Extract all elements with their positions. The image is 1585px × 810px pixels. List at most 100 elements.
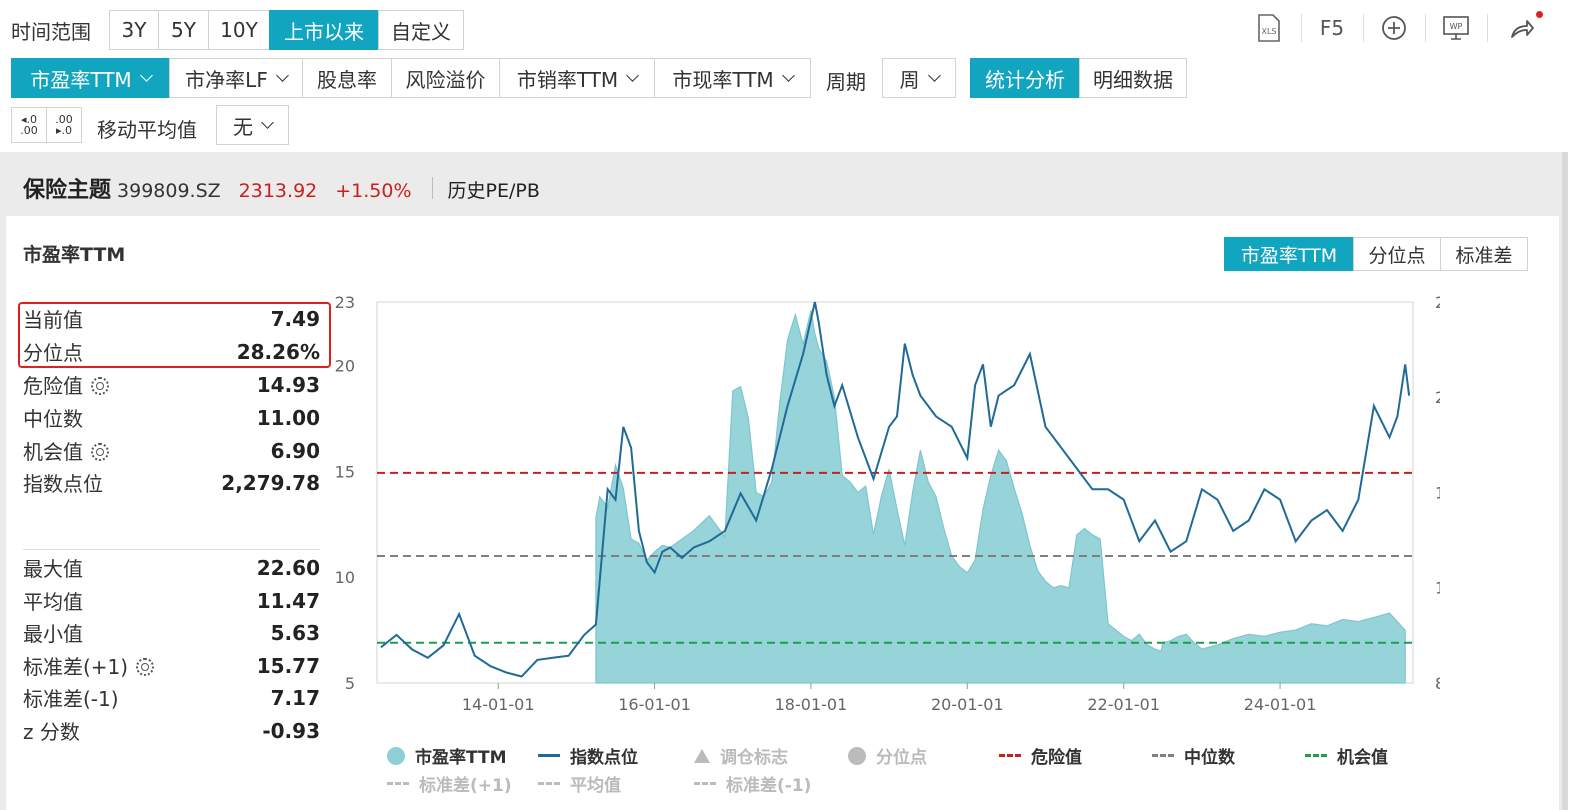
x-tick: 16-01-01 xyxy=(618,695,691,714)
y-left-tick: 15 xyxy=(335,462,355,481)
metric-ps-ttm-dropdown[interactable]: 市销率TTM xyxy=(499,58,655,98)
legend-label: 机会值 xyxy=(1337,748,1388,768)
chevron-down-icon xyxy=(781,68,795,82)
legend-marker xyxy=(538,754,560,757)
legend-marker xyxy=(1305,754,1327,757)
legend-marker xyxy=(387,782,409,785)
chart-tab-pe[interactable]: 市盈率TTM xyxy=(1224,237,1354,271)
legend-label: 标准差(-1) xyxy=(726,776,812,796)
decimal-increase-button[interactable]: .00 ▸.0 xyxy=(46,107,82,143)
chevron-down-icon xyxy=(626,68,640,82)
legend-item[interactable]: 指数点位 xyxy=(538,743,638,768)
legend-item[interactable]: 标准差(+1) xyxy=(387,771,512,796)
stat-std-plus: 标准差(+1) 15.77 xyxy=(23,653,320,680)
y-left-tick: 10 xyxy=(335,568,355,587)
range-3y-button[interactable]: 3Y xyxy=(109,10,159,50)
metric-pe-ttm-dropdown[interactable]: 市盈率TTM xyxy=(11,58,170,98)
add-button[interactable] xyxy=(1363,8,1425,48)
panel-title: 市盈率TTM xyxy=(23,244,126,266)
metric-pb-lf-dropdown[interactable]: 市净率LF xyxy=(169,58,303,98)
stat-percentile: 分位点 28.26% xyxy=(23,339,320,366)
legend-marker xyxy=(999,754,1021,757)
metric-dividend-button[interactable]: 股息率 xyxy=(302,58,392,98)
gear-icon[interactable] xyxy=(136,658,155,676)
wp-export-button[interactable]: WP xyxy=(1425,8,1487,48)
x-tick: 20-01-01 xyxy=(931,695,1004,714)
chart-tab-percentile[interactable]: 分位点 xyxy=(1353,237,1441,271)
x-tick: 22-01-01 xyxy=(1087,695,1160,714)
legend-label: 危险值 xyxy=(1031,748,1082,768)
legend-item[interactable]: 机会值 xyxy=(1305,743,1388,768)
svg-text:XLS: XLS xyxy=(1261,27,1276,36)
y-right-tick: 1,327 xyxy=(1435,579,1440,598)
stat-opportunity: 机会值 6.90 xyxy=(23,438,320,465)
chevron-down-icon xyxy=(275,68,289,82)
pe-chart[interactable]: 5 10 15 20 23 869 1,327 1,785 2,243 2,700 14-01-01… xyxy=(330,290,1440,720)
chart-tab-stddev[interactable]: 标准差 xyxy=(1440,237,1528,271)
legend-item[interactable]: 分位点 xyxy=(848,743,927,768)
tab-detail-data[interactable]: 明细数据 xyxy=(1079,58,1187,98)
legend-label: 平均值 xyxy=(570,776,621,796)
stat-std-minus: 标准差(-1) 7.17 xyxy=(23,685,320,712)
chevron-down-icon xyxy=(139,68,153,82)
legend-label: 指数点位 xyxy=(570,748,638,768)
f5-label: F5 xyxy=(1319,16,1345,40)
stat-max: 最大值 22.60 xyxy=(23,555,320,582)
index-name: 保险主题 xyxy=(23,178,112,203)
wp-icon: WP xyxy=(1443,16,1469,40)
gear-icon[interactable] xyxy=(91,443,109,461)
stat-index-level: 指数点位 2,279.78 xyxy=(23,470,320,497)
gear-icon[interactable] xyxy=(91,377,109,395)
legend-marker xyxy=(694,782,716,785)
share-button[interactable] xyxy=(1490,8,1552,48)
scrollbar[interactable] xyxy=(1562,152,1568,810)
chevron-down-icon xyxy=(927,68,941,82)
stat-danger: 危险值 14.93 xyxy=(23,372,320,399)
moving-average-label: 移动平均值 xyxy=(97,118,197,142)
y-left-tick: 20 xyxy=(335,357,355,376)
time-range-label: 时间范围 xyxy=(11,20,91,44)
legend-item[interactable]: 危险值 xyxy=(999,743,1082,768)
period-label: 周期 xyxy=(826,70,866,94)
moving-average-select[interactable]: 无 xyxy=(216,105,289,145)
plus-circle-icon xyxy=(1382,16,1406,40)
range-custom-button[interactable]: 自定义 xyxy=(378,10,464,50)
stat-zscore: z 分数 -0.93 xyxy=(23,718,320,745)
legend-marker xyxy=(848,746,866,765)
legend-label: 标准差(+1) xyxy=(419,776,512,796)
legend-item[interactable]: 平均值 xyxy=(538,771,621,796)
y-right-tick: 869 xyxy=(1435,674,1440,693)
range-5y-button[interactable]: 5Y xyxy=(158,10,209,50)
x-tick: 24-01-01 xyxy=(1244,695,1317,714)
legend-item[interactable]: 中位数 xyxy=(1152,743,1235,768)
stat-median: 中位数 11.00 xyxy=(23,405,320,432)
y-right-tick: 2,243 xyxy=(1435,388,1440,407)
range-since-listing-button[interactable]: 上市以来 xyxy=(269,10,379,50)
export-xls-button[interactable]: XLS xyxy=(1238,8,1300,48)
xls-icon: XLS xyxy=(1258,14,1280,42)
history-pe-pb-link[interactable]: 历史PE/PB xyxy=(448,176,540,203)
legend-label: 中位数 xyxy=(1184,748,1235,768)
legend-label: 市盈率TTM xyxy=(415,748,507,768)
legend-label: 分位点 xyxy=(876,748,927,768)
y-left-tick: 5 xyxy=(345,674,355,693)
tab-statistics[interactable]: 统计分析 xyxy=(970,58,1080,98)
legend-item[interactable]: 市盈率TTM xyxy=(387,743,507,768)
y-right-tick: 2,700 xyxy=(1435,293,1440,312)
metric-risk-premium-button[interactable]: 风险溢价 xyxy=(391,58,500,98)
metric-pcf-ttm-dropdown[interactable]: 市现率TTM xyxy=(654,58,811,98)
legend-marker xyxy=(538,782,560,785)
period-select[interactable]: 周 xyxy=(882,58,956,98)
legend-marker xyxy=(1152,754,1174,757)
decimal-decrease-button[interactable]: ◂.0.00 xyxy=(11,107,47,143)
range-10y-button[interactable]: 10Y xyxy=(208,10,270,50)
legend-item[interactable]: 标准差(-1) xyxy=(694,771,811,796)
refresh-f5-button[interactable]: F5 xyxy=(1301,8,1363,48)
legend-marker xyxy=(387,746,405,765)
index-header: 保险主题 399809.SZ 2313.92 +1.50% 历史PE/PB xyxy=(23,172,540,204)
stat-min: 最小值 5.63 xyxy=(23,620,320,647)
legend-label: 调仓标志 xyxy=(720,748,788,768)
stats-divider xyxy=(23,549,320,550)
legend-item[interactable]: 调仓标志 xyxy=(694,743,788,768)
share-icon xyxy=(1511,20,1534,38)
